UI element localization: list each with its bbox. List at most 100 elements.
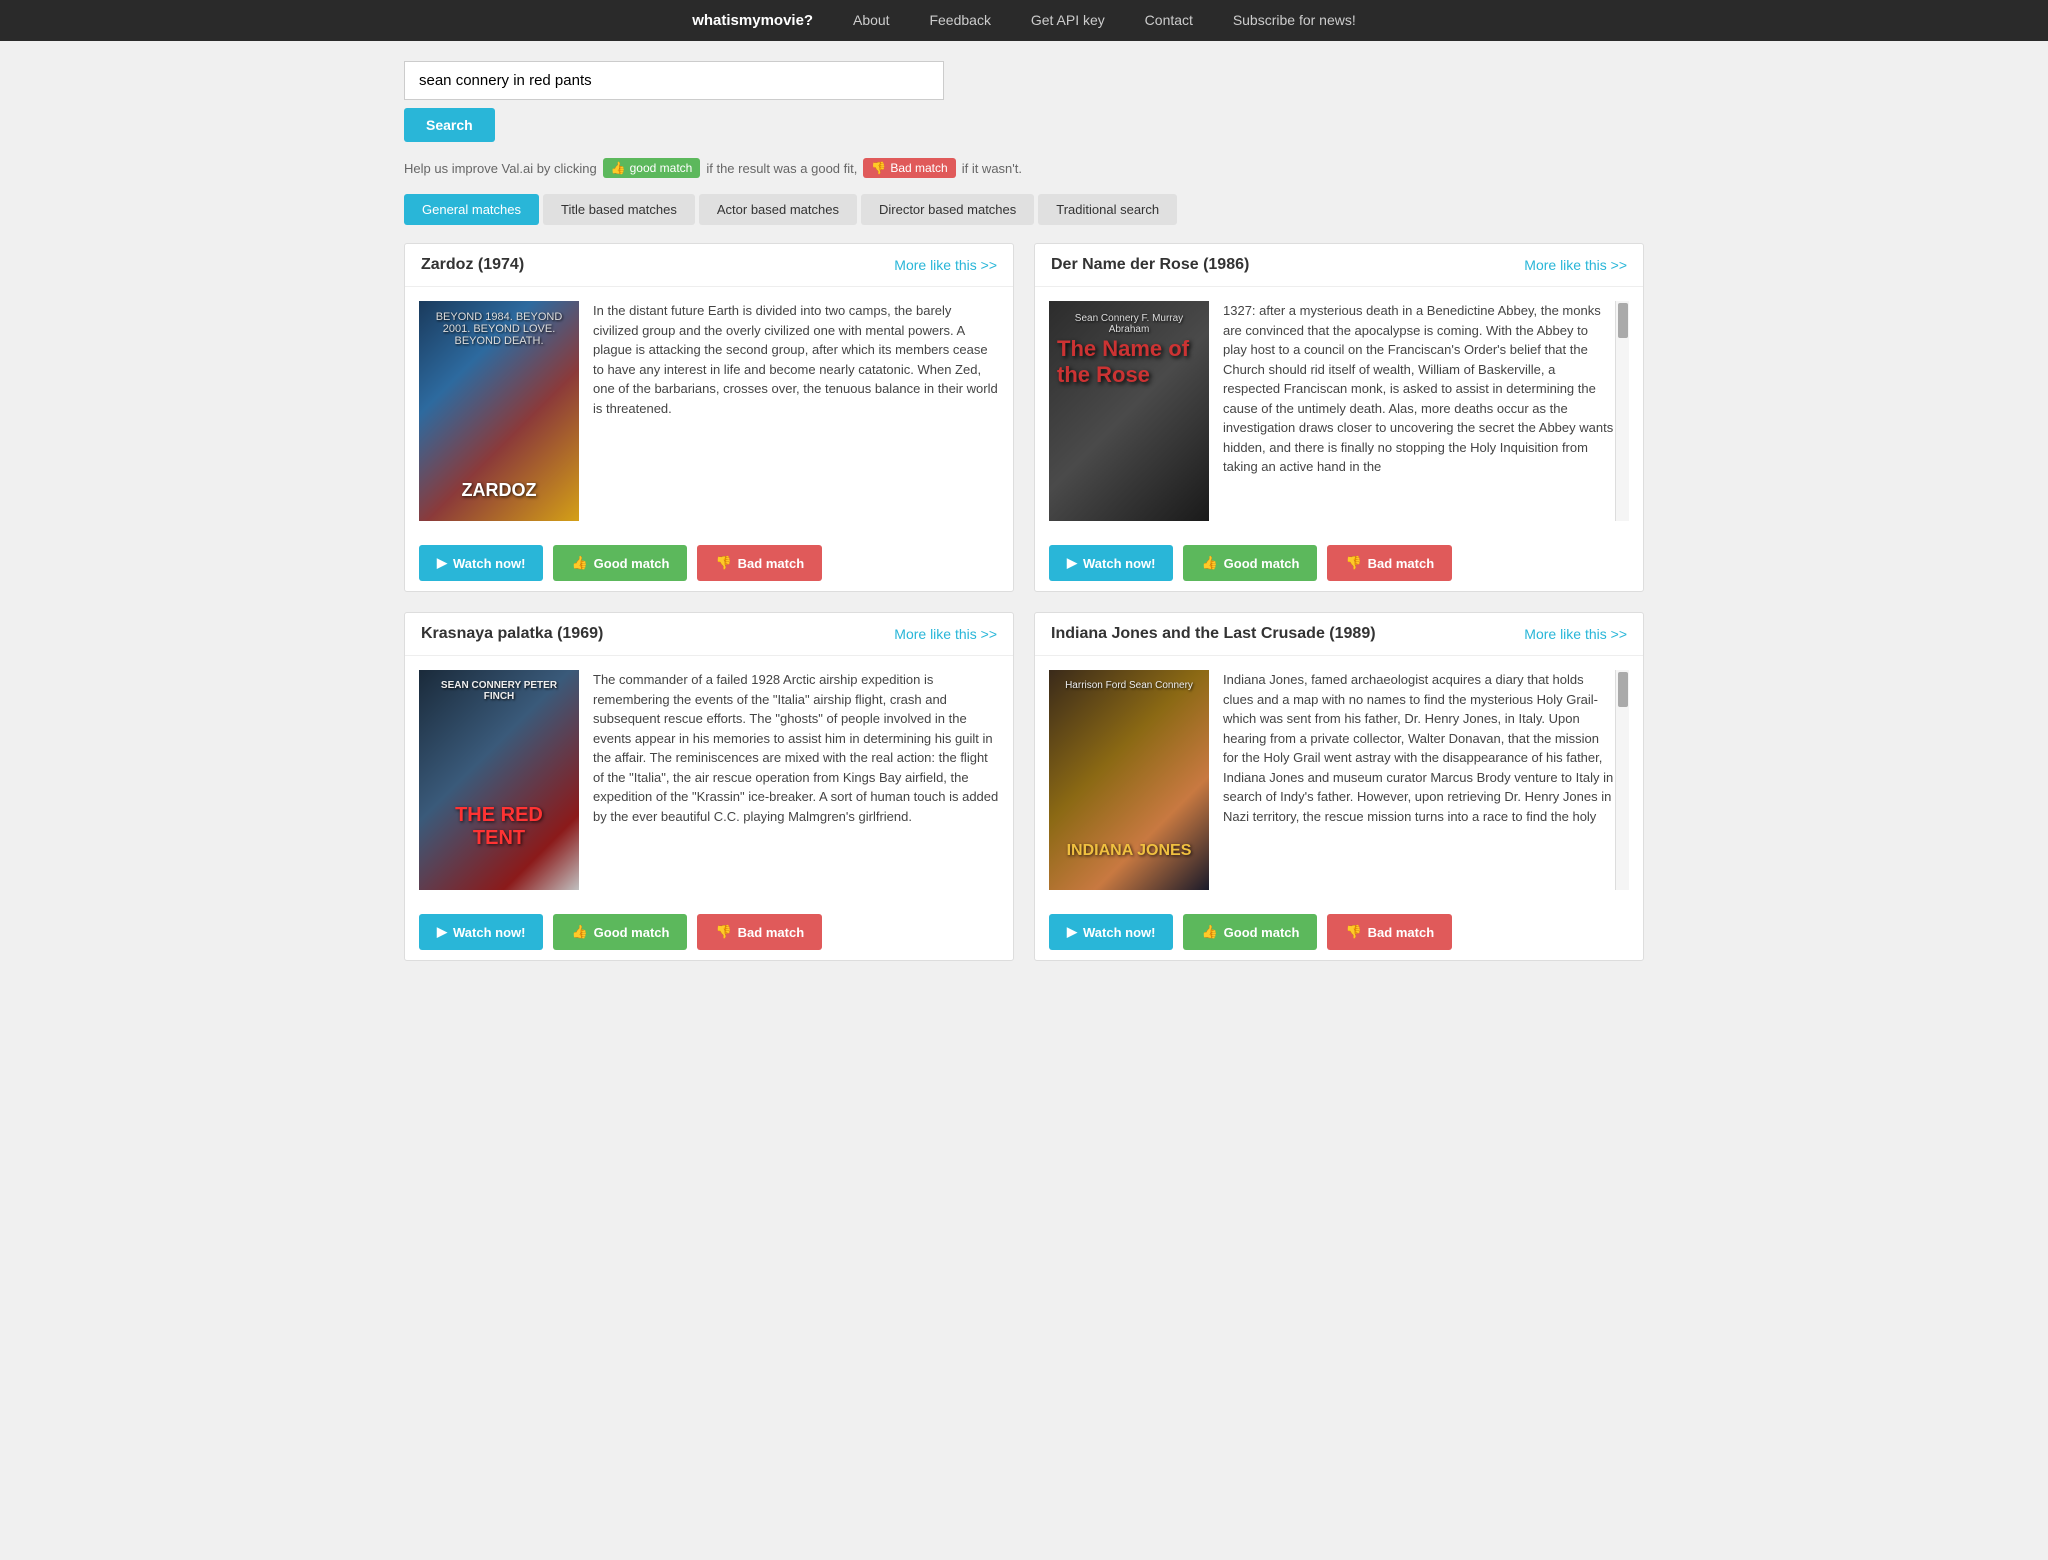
good-match-button-rose[interactable]: 👍 Good match	[1183, 545, 1317, 581]
card-footer-rose: Watch now! 👍 Good match 👎 Bad match	[1035, 535, 1643, 591]
watch-button-rose[interactable]: Watch now!	[1049, 545, 1173, 581]
improve-prefix: Help us improve Val.ai by clicking	[404, 161, 597, 176]
thumbup-icon-zardoz: 👍	[571, 555, 587, 571]
bad-label-krasnaya: Bad match	[738, 925, 804, 940]
search-area: Search	[404, 61, 1644, 142]
search-input[interactable]	[404, 61, 944, 100]
description-krasnaya: The commander of a failed 1928 Arctic ai…	[593, 670, 999, 890]
card-body-rose: Sean Connery F. Murray Abraham The Name …	[1035, 287, 1643, 535]
thumbup-icon-indiana: 👍	[1201, 924, 1217, 940]
good-label-zardoz: Good match	[594, 556, 670, 571]
improve-suffix-good: if the result was a good fit,	[706, 161, 857, 176]
tab-general-matches[interactable]: General matches	[404, 194, 539, 225]
main-content: Search Help us improve Val.ai by clickin…	[384, 41, 1664, 981]
poster-sub-krasnaya: SEAN CONNERY PETER FINCH	[427, 680, 571, 702]
tab-actor-matches[interactable]: Actor based matches	[699, 194, 857, 225]
poster-title-rose: The Name of the Rose	[1057, 336, 1201, 389]
movie-title-rose: Der Name der Rose (1986)	[1051, 256, 1249, 274]
card-header-indiana: Indiana Jones and the Last Crusade (1989…	[1035, 613, 1643, 656]
card-header-rose: Der Name der Rose (1986) More like this …	[1035, 244, 1643, 287]
good-label-indiana: Good match	[1224, 925, 1300, 940]
bad-match-button-krasnaya[interactable]: 👎 Bad match	[697, 914, 822, 950]
search-button[interactable]: Search	[404, 108, 495, 142]
thumbdown-icon-rose: 👎	[1345, 555, 1361, 571]
card-footer-zardoz: Watch now! 👍 Good match 👎 Bad match	[405, 535, 1013, 591]
play-icon-indiana	[1067, 924, 1077, 940]
thumbdown-icon-indiana: 👎	[1345, 924, 1361, 940]
brand-link[interactable]: whatismymovie?	[692, 12, 813, 29]
thumb-down-icon: 👎	[871, 161, 886, 175]
watch-label-rose: Watch now!	[1083, 556, 1155, 571]
poster-sub-rose: Sean Connery F. Murray Abraham	[1057, 313, 1201, 335]
movie-card-indiana: Indiana Jones and the Last Crusade (1989…	[1034, 612, 1644, 961]
more-like-this-rose[interactable]: More like this >>	[1524, 257, 1627, 273]
nav-api-key[interactable]: Get API key	[1031, 12, 1105, 28]
poster-rose: Sean Connery F. Murray Abraham The Name …	[1049, 301, 1209, 521]
movie-card-rose: Der Name der Rose (1986) More like this …	[1034, 243, 1644, 592]
bad-match-badge[interactable]: 👎 Bad match	[863, 158, 955, 178]
scrollbar-thumb-rose	[1618, 303, 1628, 338]
watch-label-zardoz: Watch now!	[453, 556, 525, 571]
watch-button-indiana[interactable]: Watch now!	[1049, 914, 1173, 950]
poster-krasnaya: SEAN CONNERY PETER FINCH THE RED TENT	[419, 670, 579, 890]
description-indiana: Indiana Jones, famed archaeologist acqui…	[1223, 670, 1615, 890]
more-like-this-indiana[interactable]: More like this >>	[1524, 626, 1627, 642]
movie-title-krasnaya: Krasnaya palatka (1969)	[421, 625, 603, 643]
more-like-this-zardoz[interactable]: More like this >>	[894, 257, 997, 273]
watch-button-zardoz[interactable]: Watch now!	[419, 545, 543, 581]
bad-label-indiana: Bad match	[1368, 925, 1434, 940]
card-body-zardoz: BEYOND 1984. BEYOND 2001. BEYOND LOVE. B…	[405, 287, 1013, 535]
card-header-zardoz: Zardoz (1974) More like this >>	[405, 244, 1013, 287]
play-icon-zardoz	[437, 555, 447, 571]
poster-zardoz: BEYOND 1984. BEYOND 2001. BEYOND LOVE. B…	[419, 301, 579, 521]
bad-label-zardoz: Bad match	[738, 556, 804, 571]
card-header-krasnaya: Krasnaya palatka (1969) More like this >…	[405, 613, 1013, 656]
description-zardoz: In the distant future Earth is divided i…	[593, 301, 999, 521]
nav-subscribe[interactable]: Subscribe for news!	[1233, 12, 1356, 28]
watch-label-krasnaya: Watch now!	[453, 925, 525, 940]
card-footer-indiana: Watch now! 👍 Good match 👎 Bad match	[1035, 904, 1643, 960]
tab-traditional-search[interactable]: Traditional search	[1038, 194, 1177, 225]
bad-label-rose: Bad match	[1368, 556, 1434, 571]
good-match-button-indiana[interactable]: 👍 Good match	[1183, 914, 1317, 950]
nav-feedback[interactable]: Feedback	[929, 12, 990, 28]
results-grid: Zardoz (1974) More like this >> BEYOND 1…	[404, 243, 1644, 961]
nav-about[interactable]: About	[853, 12, 890, 28]
card-body-indiana: Harrison Ford Sean Connery INDIANA JONES…	[1035, 656, 1643, 904]
thumbdown-icon-zardoz: 👎	[715, 555, 731, 571]
poster-sub-zardoz: BEYOND 1984. BEYOND 2001. BEYOND LOVE. B…	[427, 311, 571, 347]
play-icon-rose	[1067, 555, 1077, 571]
bad-match-button-indiana[interactable]: 👎 Bad match	[1327, 914, 1452, 950]
good-match-badge[interactable]: 👍 good match	[603, 158, 701, 178]
tab-title-matches[interactable]: Title based matches	[543, 194, 695, 225]
poster-title-krasnaya: THE RED TENT	[427, 804, 571, 850]
good-match-button-krasnaya[interactable]: 👍 Good match	[553, 914, 687, 950]
bad-match-button-rose[interactable]: 👎 Bad match	[1327, 545, 1452, 581]
bad-match-button-zardoz[interactable]: 👎 Bad match	[697, 545, 822, 581]
poster-indiana: Harrison Ford Sean Connery INDIANA JONES	[1049, 670, 1209, 890]
tab-director-matches[interactable]: Director based matches	[861, 194, 1034, 225]
thumbdown-icon-krasnaya: 👎	[715, 924, 731, 940]
watch-button-krasnaya[interactable]: Watch now!	[419, 914, 543, 950]
improve-suffix-bad: if it wasn't.	[962, 161, 1022, 176]
thumb-up-icon: 👍	[611, 161, 626, 175]
scrollbar-indiana[interactable]	[1615, 670, 1629, 890]
good-label-rose: Good match	[1224, 556, 1300, 571]
nav-contact[interactable]: Contact	[1145, 12, 1193, 28]
improve-text: Help us improve Val.ai by clicking 👍 goo…	[404, 158, 1644, 178]
description-rose: 1327: after a mysterious death in a Bene…	[1223, 301, 1615, 521]
card-footer-krasnaya: Watch now! 👍 Good match 👎 Bad match	[405, 904, 1013, 960]
poster-title-zardoz: ZARDOZ	[427, 480, 571, 501]
more-like-this-krasnaya[interactable]: More like this >>	[894, 626, 997, 642]
movie-title-indiana: Indiana Jones and the Last Crusade (1989…	[1051, 625, 1376, 643]
movie-title-zardoz: Zardoz (1974)	[421, 256, 524, 274]
thumbup-icon-rose: 👍	[1201, 555, 1217, 571]
play-icon-krasnaya	[437, 924, 447, 940]
scrollbar-rose[interactable]	[1615, 301, 1629, 521]
good-label-krasnaya: Good match	[594, 925, 670, 940]
movie-card-krasnaya: Krasnaya palatka (1969) More like this >…	[404, 612, 1014, 961]
poster-sub-indiana: Harrison Ford Sean Connery	[1057, 680, 1201, 691]
card-body-krasnaya: SEAN CONNERY PETER FINCH THE RED TENT Th…	[405, 656, 1013, 904]
watch-label-indiana: Watch now!	[1083, 925, 1155, 940]
good-match-button-zardoz[interactable]: 👍 Good match	[553, 545, 687, 581]
